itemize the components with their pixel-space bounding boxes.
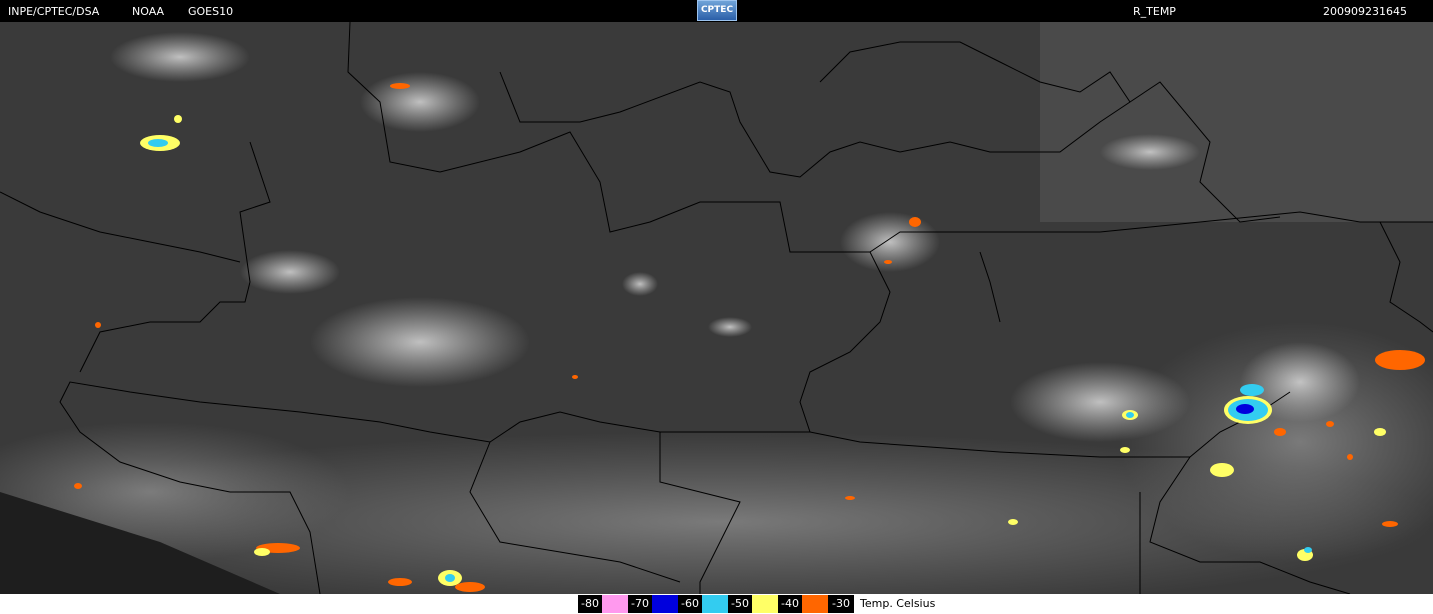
source-label: NOAA [132,5,165,18]
legend-swatch-minus80 [602,595,628,613]
legend-label-minus60: -60 [678,595,702,613]
legend-swatch-minus70 [652,595,678,613]
header-bar: INPE/CPTEC/DSA NOAA GOES10 CPTEC R_TEMP … [0,0,1433,22]
legend-unit-label: Temp. Celsius [860,597,936,610]
temperature-legend: -80 -70 -60 -50 -40 -30 Temp. Celsius [0,594,1433,614]
satellite-label: GOES10 [188,5,234,18]
agency-label: INPE/CPTEC/DSA [8,5,100,18]
product-label: R_TEMP [1133,5,1176,18]
legend-swatch-minus40 [802,595,828,613]
timestamp-label: 200909231645 [1323,5,1407,18]
legend-label-minus50: -50 [728,595,752,613]
legend-label-minus40: -40 [778,595,802,613]
satellite-map [0,22,1433,594]
legend-swatch-minus50 [752,595,778,613]
legend-label-minus30: -30 [828,595,854,613]
cptec-logo: CPTEC [697,0,737,21]
legend-label-minus70: -70 [628,595,652,613]
legend-swatch-minus60 [702,595,728,613]
legend-label-minus80: -80 [578,595,602,613]
